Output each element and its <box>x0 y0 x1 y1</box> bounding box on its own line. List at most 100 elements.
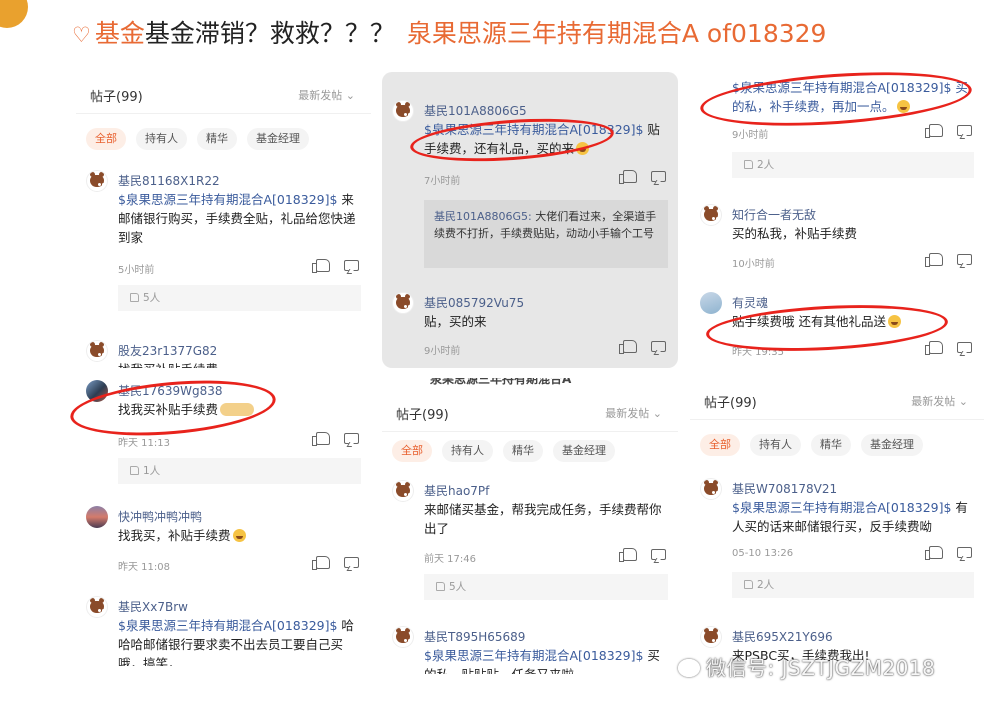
chip-featured[interactable]: 精华 <box>811 434 851 456</box>
avatar[interactable] <box>392 100 414 122</box>
list-item[interactable]: 知行合一者无敌 买的私我，补贴手续费 10小时前 <box>700 202 974 272</box>
list-item[interactable]: 基民17639Wg838 找我买补贴手续费 昨天 11:13 1人 <box>86 378 361 488</box>
chip-all[interactable]: 全部 <box>392 440 432 462</box>
like-icon[interactable] <box>312 556 330 570</box>
list-item[interactable]: 基民81168X1R22 $泉果思源三年持有期混合A[018329]$ 来邮储银… <box>86 168 361 318</box>
fund-link[interactable]: $泉果思源三年持有期混合A[018329]$ <box>424 648 643 663</box>
comment-icon[interactable] <box>957 125 972 136</box>
sort-dropdown[interactable]: 最新发帖 ⌄ <box>911 393 968 409</box>
list-item[interactable]: 基民101A8806G5 $泉果思源三年持有期混合A[018329]$ 贴手续费… <box>392 98 668 273</box>
like-icon[interactable] <box>925 124 943 138</box>
likes-bar[interactable]: 2人 <box>732 572 974 598</box>
chip-managers[interactable]: 基金经理 <box>861 434 923 456</box>
list-item[interactable]: 基民hao7Pf 来邮储买基金，帮我完成任务，手续费帮你出了 前天 17:46 … <box>392 478 668 608</box>
like-icon[interactable] <box>312 432 330 446</box>
list-item[interactable]: 基民T895H65689 $泉果思源三年持有期混合A[018329]$ 买的私，… <box>392 624 668 674</box>
tab-posts[interactable]: 帖子(99) <box>90 86 143 105</box>
avatar[interactable] <box>392 292 414 314</box>
user-name[interactable]: 基民695X21Y696 <box>732 628 833 645</box>
user-name[interactable]: 快冲鸭冲鸭冲鸭 <box>118 508 202 525</box>
comment-icon[interactable] <box>344 260 359 271</box>
chip-holders[interactable]: 持有人 <box>442 440 493 462</box>
filter-chips: 全部 持有人 精华 基金经理 <box>86 128 309 152</box>
likes-bar[interactable]: 5人 <box>424 574 668 600</box>
chip-all[interactable]: 全部 <box>700 434 740 456</box>
avatar[interactable] <box>86 340 108 362</box>
avatar[interactable] <box>86 596 108 618</box>
list-item[interactable]: 快冲鸭冲鸭冲鸭 找我买，补贴手续费 昨天 11:08 <box>86 504 361 574</box>
user-name[interactable]: 有灵魂 <box>732 294 768 311</box>
post-actions <box>925 124 972 138</box>
user-name[interactable]: 基民W708178V21 <box>732 480 837 497</box>
list-item[interactable]: 基民Xx7Brw $泉果思源三年持有期混合A[018329]$ 哈哈哈邮储银行要… <box>86 594 361 666</box>
user-name[interactable]: 股友23r1377G82 <box>118 342 217 359</box>
tab-posts[interactable]: 帖子(99) <box>704 392 757 411</box>
comment-icon[interactable] <box>344 433 359 444</box>
like-icon[interactable] <box>619 548 637 562</box>
likes-bar[interactable]: 2人 <box>732 152 974 178</box>
chip-holders[interactable]: 持有人 <box>136 128 187 150</box>
like-icon[interactable] <box>925 546 943 560</box>
watermark: 微信号: JSZTJGZM2018 <box>678 652 935 681</box>
user-name[interactable]: 基民T895H65689 <box>424 628 525 645</box>
quote-user[interactable]: 基民101A8806G5: <box>434 210 532 223</box>
list-item[interactable]: 基民085792Vu75 贴，买的来 9小时前 <box>392 290 668 360</box>
comment-icon[interactable] <box>651 171 666 182</box>
fund-link[interactable]: $泉果思源三年持有期混合A[018329]$ <box>424 122 643 137</box>
list-item[interactable]: $泉果思源三年持有期混合A[018329]$ 买的私，补手续费，再加一点。 9小… <box>700 74 974 184</box>
chip-managers[interactable]: 基金经理 <box>247 128 309 150</box>
chip-featured[interactable]: 精华 <box>197 128 237 150</box>
avatar[interactable] <box>700 292 722 314</box>
user-name[interactable]: 基民101A8806G5 <box>424 102 527 119</box>
comment-icon[interactable] <box>344 557 359 568</box>
fund-link[interactable]: 泉果思源三年持有期混合A of018329 <box>407 19 827 48</box>
comment-icon[interactable] <box>957 254 972 265</box>
chip-holders[interactable]: 持有人 <box>750 434 801 456</box>
comment-icon[interactable] <box>651 549 666 560</box>
sort-dropdown[interactable]: 最新发帖 ⌄ <box>605 405 662 421</box>
avatar[interactable] <box>700 478 722 500</box>
fund-link[interactable]: $泉果思源三年持有期混合A[018329]$ <box>118 618 337 633</box>
screenshot-panel-5: 泉果思源三年持有期混合A 帖子(99) 最新发帖 ⌄ 全部 持有人 精华 基金经… <box>382 378 678 674</box>
comment-icon[interactable] <box>957 342 972 353</box>
user-name[interactable]: 基民17639Wg838 <box>118 382 223 399</box>
like-icon[interactable] <box>925 341 943 355</box>
quoted-reply[interactable]: 基民101A8806G5: 大佬们看过来，全渠道手续费不打折，手续费贴贴，动动小… <box>424 200 668 268</box>
comment-icon[interactable] <box>651 341 666 352</box>
user-name[interactable]: 基民hao7Pf <box>424 482 489 499</box>
list-item[interactable]: 基民W708178V21 $泉果思源三年持有期混合A[018329]$ 有人买的… <box>700 476 974 611</box>
like-icon[interactable] <box>312 259 330 273</box>
user-name[interactable]: 基民81168X1R22 <box>118 172 220 189</box>
avatar[interactable] <box>86 506 108 528</box>
likes-bar[interactable]: 1人 <box>118 458 361 484</box>
like-icon[interactable] <box>619 170 637 184</box>
fund-link[interactable]: $泉果思源三年持有期混合A[018329]$ <box>118 192 337 207</box>
chip-featured[interactable]: 精华 <box>503 440 543 462</box>
avatar[interactable] <box>392 626 414 648</box>
user-name[interactable]: 基民Xx7Brw <box>118 598 188 615</box>
tab-posts[interactable]: 帖子(99) <box>396 404 449 423</box>
post-time: 9小时前 <box>424 346 461 357</box>
topic-tag[interactable]: 基金 <box>95 19 145 48</box>
list-item[interactable]: 股友23r1377G82 找我买补贴手续费 <box>86 338 361 368</box>
chip-all[interactable]: 全部 <box>86 128 126 150</box>
fund-link[interactable]: $泉果思源三年持有期混合A[018329]$ <box>732 500 951 515</box>
likes-bar[interactable]: 5人 <box>118 285 361 311</box>
post-body: $泉果思源三年持有期混合A[018329]$ 买的私，补手续费，再加一点。 <box>732 80 968 114</box>
likes-count: 2人 <box>757 159 775 171</box>
avatar[interactable] <box>86 380 108 402</box>
user-name[interactable]: 基民085792Vu75 <box>424 294 524 311</box>
avatar[interactable] <box>700 626 722 648</box>
like-icon[interactable] <box>925 253 943 267</box>
user-name[interactable]: 知行合一者无敌 <box>732 206 816 223</box>
list-item[interactable]: 有灵魂 贴手续费哦 还有其他礼品送 昨天 19:35 <box>700 290 974 360</box>
comment-icon[interactable] <box>957 547 972 558</box>
chip-managers[interactable]: 基金经理 <box>553 440 615 462</box>
post-time: 05-10 13:26 <box>732 548 794 559</box>
avatar[interactable] <box>392 480 414 502</box>
like-icon[interactable] <box>619 340 637 354</box>
avatar[interactable] <box>700 204 722 226</box>
avatar[interactable] <box>86 170 108 192</box>
post-actions <box>312 259 359 273</box>
sort-dropdown[interactable]: 最新发帖 ⌄ <box>298 87 355 103</box>
